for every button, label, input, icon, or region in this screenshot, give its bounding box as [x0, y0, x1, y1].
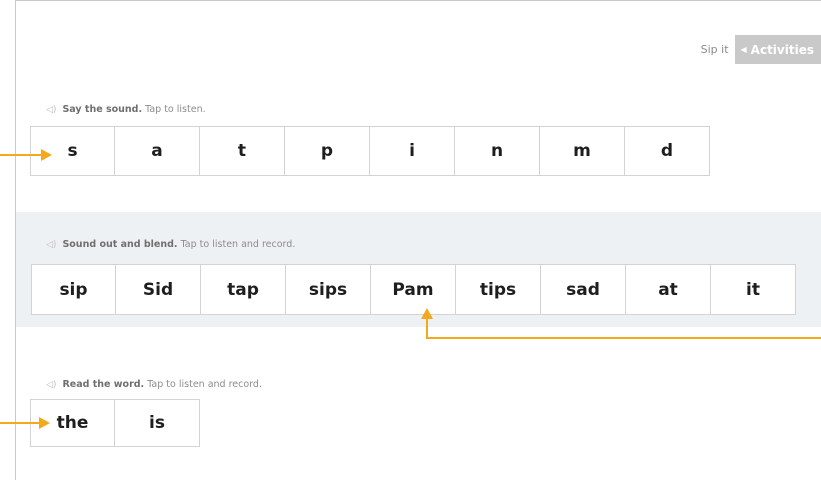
- arrow-to-sound-tiles: [0, 149, 52, 161]
- callout-arrows: [0, 149, 821, 429]
- arrow-to-blend-tile: [421, 308, 821, 339]
- arrow-to-word-tiles: [0, 417, 50, 429]
